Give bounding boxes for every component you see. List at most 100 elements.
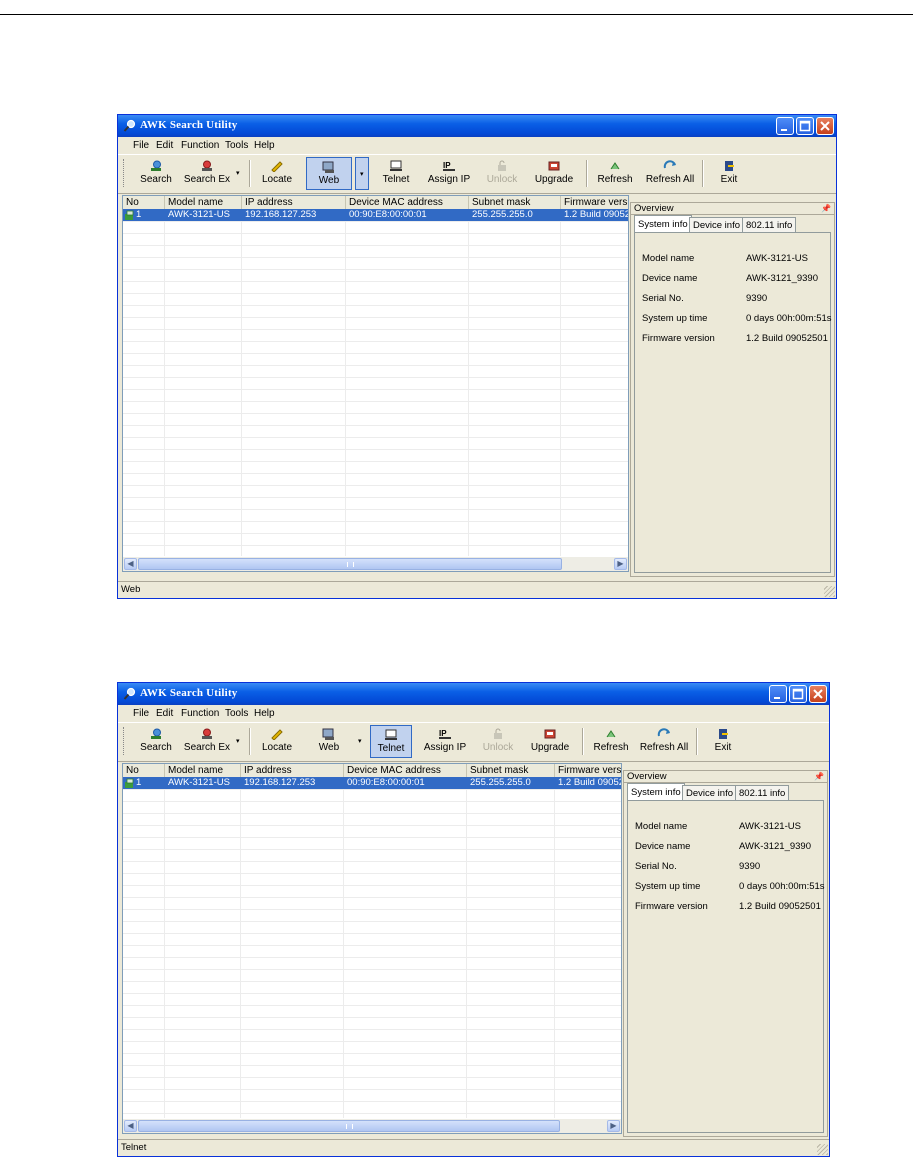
menu-tools[interactable]: Tools [225,140,248,151]
column-header-firmware-version[interactable]: Firmware version [561,196,628,209]
tab-system-info[interactable]: System info [627,783,685,801]
resize-grip[interactable] [824,586,835,597]
grid-row-line [123,789,621,790]
refresh-all-button[interactable]: Refresh All [638,725,690,758]
grid-row-line [123,945,621,946]
scroll-left-button[interactable]: ◀ [124,1120,137,1132]
overview-panel: Overview 📌 System info Device info 802.11… [630,202,835,577]
menu-function[interactable]: Function [181,708,219,719]
column-header-model-name[interactable]: Model name [165,196,242,209]
web-dropdown-icon[interactable]: ▾ [358,737,362,745]
maximize-button[interactable] [796,117,814,135]
refresh-button[interactable]: Refresh [590,725,632,758]
menu-edit[interactable]: Edit [156,708,173,719]
locate-button[interactable]: Locate [258,157,296,190]
grid-row-line [123,221,628,222]
status-bar: Web [118,581,836,598]
toolbar-grip[interactable] [123,159,127,187]
web-button[interactable]: Web [310,725,348,758]
minimize-button[interactable] [769,685,787,703]
scroll-right-button[interactable]: ▶ [607,1120,620,1132]
menu-function[interactable]: Function [181,140,219,151]
tab-system-info[interactable]: System info [634,215,692,233]
column-header-mac-address[interactable]: Device MAC address [344,764,467,777]
cell-mac-address: 00:90:E8:00:00:01 [349,209,427,220]
grid-column-line [164,777,165,1119]
grid-row-line [123,437,628,438]
tab-device-info[interactable]: Device info [682,785,737,800]
toolbar-grip[interactable] [123,727,127,755]
scroll-right-button[interactable]: ▶ [614,558,627,570]
search-ex-dropdown-icon[interactable]: ▾ [236,169,240,177]
exit-button[interactable]: Exit [706,725,740,758]
title-bar[interactable]: AWK Search Utility [118,683,829,705]
tab-802-11-info[interactable]: 802.11 info [742,217,797,232]
assign-ip-button[interactable]: IP Assign IP [426,157,472,190]
web-dropdown-button[interactable]: ▾ [355,157,369,190]
device-table[interactable]: No Model name IP address Device MAC addr… [122,763,622,1134]
column-header-subnet-mask[interactable]: Subnet mask [469,196,561,209]
locate-button[interactable]: Locate [258,725,296,758]
menu-file[interactable]: File [133,140,149,151]
refresh-all-button[interactable]: Refresh All [644,157,696,190]
awk-window-web: AWK Search Utility File Edit Function To… [117,114,837,599]
tab-802-11-info[interactable]: 802.11 info [735,785,790,800]
menu-file[interactable]: File [133,708,149,719]
telnet-button[interactable]: Telnet [370,725,412,758]
minimize-button[interactable] [776,117,794,135]
search-button[interactable]: Search [136,725,176,758]
grid-row-line [123,485,628,486]
info-value: AWK-3121_9390 [746,273,819,284]
horizontal-scrollbar[interactable]: ◀ ▶ [123,1118,621,1133]
close-button[interactable] [809,685,827,703]
column-header-subnet-mask[interactable]: Subnet mask [467,764,555,777]
column-header-model-name[interactable]: Model name [165,764,241,777]
search-ex-button[interactable]: Search Ex [182,157,232,190]
web-button[interactable]: Web [306,157,352,190]
scroll-thumb[interactable] [138,558,562,570]
table-row[interactable]: 1 AWK-3121-US 192.168.127.253 00:90:E8:0… [123,777,621,789]
search-ex-button[interactable]: Search Ex [182,725,232,758]
device-table[interactable]: No Model name IP address Device MAC addr… [122,195,629,572]
close-button[interactable] [816,117,834,135]
menu-help[interactable]: Help [254,708,275,719]
column-header-firmware-version[interactable]: Firmware version [555,764,621,777]
column-header-no[interactable]: No [123,764,165,777]
grid-row-line [123,801,621,802]
title-bar[interactable]: AWK Search Utility [118,115,836,137]
column-header-mac-address[interactable]: Device MAC address [346,196,469,209]
scroll-thumb[interactable] [138,1120,560,1132]
scroll-left-button[interactable]: ◀ [124,558,137,570]
grid-column-line [468,209,469,557]
info-value: 9390 [739,861,761,872]
menu-edit[interactable]: Edit [156,140,173,151]
search-button[interactable]: Search [136,157,176,190]
telnet-button[interactable]: Telnet [376,157,416,190]
unlock-button[interactable]: Unlock [482,157,522,190]
search-ex-dropdown-icon[interactable]: ▾ [236,737,240,745]
upgrade-button[interactable]: Upgrade [532,157,576,190]
unlock-button[interactable]: Unlock [478,725,518,758]
grid-row-line [123,413,628,414]
menu-tools[interactable]: Tools [225,708,248,719]
overview-panel: Overview 📌 System info Device info 802.11… [623,770,828,1137]
column-header-ip-address[interactable]: IP address [241,764,344,777]
column-header-ip-address[interactable]: IP address [242,196,346,209]
resize-grip[interactable] [817,1144,828,1155]
pin-icon[interactable]: 📌 [814,771,824,782]
assign-ip-icon: IP [443,161,455,171]
toolbar-separator [696,728,698,755]
upgrade-button[interactable]: Upgrade [528,725,572,758]
maximize-button[interactable] [789,685,807,703]
exit-button[interactable]: Exit [712,157,746,190]
info-label: Serial No. [642,293,684,304]
tab-device-info[interactable]: Device info [689,217,744,232]
pin-icon[interactable]: 📌 [821,203,831,214]
horizontal-scrollbar[interactable]: ◀ ▶ [123,556,628,571]
menu-help[interactable]: Help [254,140,275,151]
web-icon [322,728,334,740]
table-row[interactable]: 1 AWK-3121-US 192.168.127.253 00:90:E8:0… [123,209,628,221]
column-header-no[interactable]: No [123,196,165,209]
assign-ip-button[interactable]: IP Assign IP [422,725,468,758]
refresh-button[interactable]: Refresh [594,157,636,190]
